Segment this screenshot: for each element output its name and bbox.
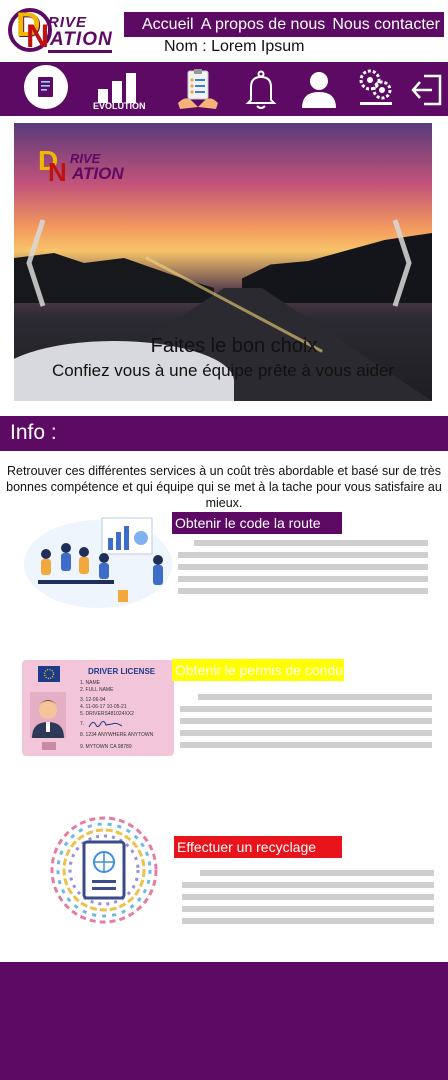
logo-letter-n: N	[26, 18, 50, 54]
carousel-next-arrow[interactable]	[392, 218, 412, 308]
license-line-2: 2. FULL NAME	[80, 687, 114, 693]
user-icon[interactable]	[298, 67, 340, 111]
carousel-prev-arrow[interactable]	[26, 218, 46, 308]
placeholder-line	[180, 706, 432, 712]
placeholder-line	[182, 894, 434, 900]
placeholder-line	[180, 718, 432, 724]
service-image-team	[18, 508, 178, 612]
info-intro-text: Retrouver ces différentes services à un …	[6, 464, 442, 510]
license-header: DRIVER LICENSE	[88, 667, 156, 676]
placeholder-line	[180, 742, 432, 748]
hero-carousel[interactable]: D N RIVE ATION Faites le bon choix Confi…	[14, 123, 432, 401]
placeholder-line	[194, 540, 428, 546]
document-icon[interactable]	[22, 65, 70, 109]
license-line-3: 3. 12-06-94	[80, 697, 106, 703]
hero-caption-title: Faites le bon choix	[150, 335, 318, 357]
license-photo	[30, 692, 66, 738]
placeholder-line	[178, 588, 428, 594]
evolution-label: EVOLUTION	[93, 101, 146, 111]
hero-logo-text-bottom: ATION	[72, 164, 124, 183]
top-navigation: Accueil A propos de nous Nous contacter	[124, 12, 444, 37]
service-title-recyclage[interactable]: Effectuer un recyclage	[174, 836, 342, 858]
brand-logo[interactable]: D N RIVE ATION	[8, 6, 120, 56]
license-line-1: 1. NAME	[80, 680, 101, 686]
page-footer	[0, 962, 448, 1080]
license-flag-icon	[38, 666, 60, 682]
license-line-7: 7.	[80, 721, 85, 727]
service-title-code[interactable]: Obtenir le code la route	[172, 512, 342, 534]
bell-icon[interactable]	[244, 68, 278, 112]
placeholder-line	[182, 882, 434, 888]
nav-link-accueil[interactable]: Accueil	[142, 16, 194, 34]
info-section-header: Info :	[0, 416, 448, 451]
placeholder-line	[178, 564, 428, 570]
license-line-9: 9. MYTOWN CA 98789	[80, 744, 132, 750]
info-title: Info :	[10, 421, 57, 444]
hero-logo-letter-n: N	[48, 157, 67, 187]
license-line-4: 4. 11-06-17 10-05-21	[80, 704, 127, 710]
settings-gear-icon[interactable]	[354, 66, 398, 110]
hero-logo: D N RIVE ATION	[38, 145, 138, 191]
logout-icon[interactable]	[410, 68, 444, 112]
license-line-8: 8. 1234 ANYWHERE ANYTOWN	[80, 732, 154, 738]
passport-maze-icon	[48, 814, 160, 926]
checklist-icon[interactable]	[176, 67, 220, 111]
nav-link-contact[interactable]: Nous contacter	[332, 16, 440, 34]
placeholder-line	[180, 730, 432, 736]
service-title-permis[interactable]: Obtenir le permis de conduire	[172, 659, 359, 681]
user-name-label: Nom : Lorem Ipsum	[164, 38, 305, 55]
driver-license-card: DRIVER LICENSE 1. NAME 2. FULL NAME 3. 1…	[22, 660, 174, 756]
hero-caption-subtitle: Confiez vous à une équipe prête à vous a…	[51, 361, 395, 380]
placeholder-line	[178, 552, 428, 558]
logo-underline	[48, 50, 112, 53]
nav-link-a-propos[interactable]: A propos de nous	[201, 16, 326, 34]
placeholder-line	[178, 576, 428, 582]
license-stamp	[42, 742, 56, 750]
placeholder-line	[200, 870, 434, 876]
placeholder-line	[182, 918, 434, 924]
placeholder-line	[182, 906, 434, 912]
placeholder-line	[198, 694, 432, 700]
logo-text-bottom: ATION	[50, 29, 113, 50]
